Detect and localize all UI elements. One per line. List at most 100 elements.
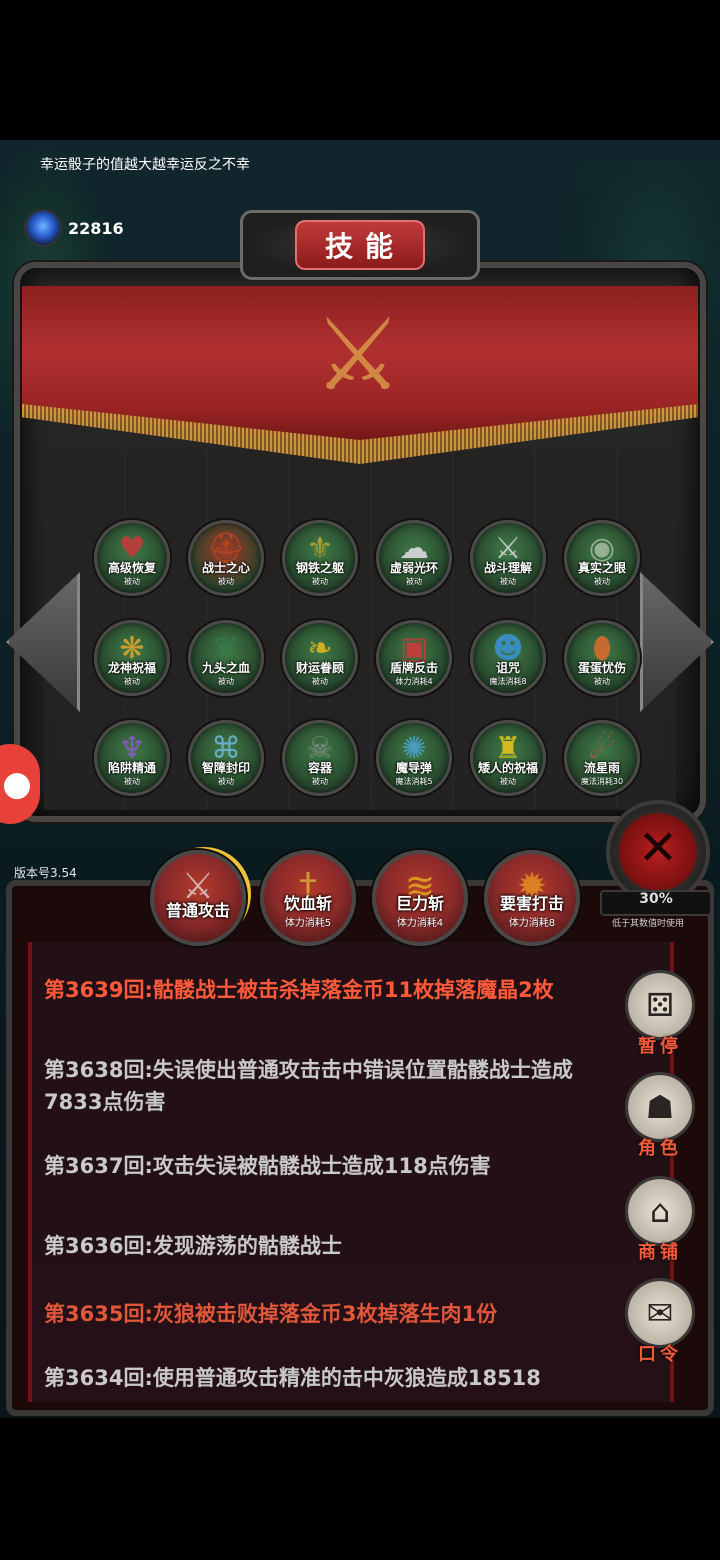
crossed-swords-emblem-icon: ⚔ <box>313 296 403 413</box>
skill-trap[interactable]: ♆ 陷阱精通 被动 <box>94 720 170 796</box>
skill-name: 盾牌反击 <box>389 661 438 675</box>
shop-icon: ⌂ <box>625 1176 695 1246</box>
skill-cost: 被动 <box>406 577 422 586</box>
side-menu-label: 角色 <box>638 1138 682 1159</box>
log-entry: 第3638回:失误使出普通攻击击中错误位置骷髅战士造成7833点伤害 <box>44 1058 573 1114</box>
skill-cost: 被动 <box>218 577 234 586</box>
skill-sword[interactable]: ⚔ 战斗理解 被动 <box>470 520 546 596</box>
side-menu-label: 口令 <box>638 1344 682 1365</box>
skill-name: 虚弱光环 <box>389 561 438 575</box>
skill-helmet[interactable]: ⛑ 战士之心 被动 <box>188 520 264 596</box>
action-name: 巨力斩 <box>395 893 444 913</box>
hooded-figure-icon: ☗ <box>625 1072 695 1142</box>
scroll-icon: ✉ <box>625 1278 695 1348</box>
side-menu-hooded-figure[interactable]: ☗ 角色 <box>622 1072 698 1168</box>
skill-cost: 魔法消耗8 <box>489 677 527 686</box>
skill-meteor[interactable]: ☄ 流星雨 魔法消耗30 <box>564 720 640 796</box>
log-entry: 第3637回:攻击失误被骷髅战士造成118点伤害 <box>44 1154 491 1178</box>
skill-cracked-egg[interactable]: ⬮ 蛋蛋忧伤 被动 <box>564 620 640 696</box>
status-bar-area <box>0 0 720 140</box>
log-entry: 第3634回:使用普通攻击精准的击中灰狼造成18518 <box>44 1366 541 1390</box>
skill-eye[interactable]: ◉ 真实之眼 被动 <box>564 520 640 596</box>
skill-name: 高级恢复 <box>107 561 156 575</box>
threshold-note: 低于其数值时使用 <box>612 919 685 929</box>
skill-cost: 被动 <box>124 777 140 786</box>
skill-name: 蛋蛋忧伤 <box>577 661 626 675</box>
action-cost: 体力消耗5 <box>284 917 332 929</box>
log-entry: 第3636回:发现游荡的骷髅战士 <box>44 1234 342 1258</box>
side-menu-label: 商铺 <box>638 1242 682 1263</box>
skill-name: 容器 <box>307 761 332 775</box>
side-menu-label: 暂停 <box>638 1036 682 1057</box>
skill-cost: 魔法消耗30 <box>580 777 624 786</box>
skill-cost: 被动 <box>312 777 328 786</box>
action-sword-strike[interactable]: ⚔ 普通攻击 <box>150 850 246 946</box>
skill-armor[interactable]: ⚜ 钢铁之躯 被动 <box>282 520 358 596</box>
action-name: 普通攻击 <box>165 901 230 920</box>
skill-cost: 被动 <box>594 677 610 686</box>
action-cost: 体力消耗8 <box>508 917 556 929</box>
skill-name: 流星雨 <box>583 761 620 775</box>
action-name: 要害打击 <box>499 893 564 913</box>
dice-icon: ⚄ <box>625 970 695 1040</box>
close-button[interactable]: ✕ <box>606 800 710 904</box>
skill-heart[interactable]: ♥ 高级恢复 被动 <box>94 520 170 596</box>
log-entry: 第3635回:灰狼被击败掉落金币3枚掉落生肉1份 <box>44 1302 498 1326</box>
skill-seal[interactable]: ⌘ 智障封印 被动 <box>188 720 264 796</box>
skill-name: 战士之心 <box>201 561 250 575</box>
skill-cost: 被动 <box>500 577 516 586</box>
action-claw[interactable]: ≋ 巨力斩 体力消耗4 <box>372 850 468 946</box>
skill-name: 钢铁之躯 <box>295 561 344 575</box>
skill-cost: 魔法消耗5 <box>395 777 433 786</box>
version-label: 版本号3.54 <box>14 866 77 880</box>
skill-name: 战斗理解 <box>483 561 532 575</box>
skill-magic-burst[interactable]: ✺ 魔导弹 魔法消耗5 <box>376 720 452 796</box>
log-entry: 第3639回:骷髅战士被击杀掉落金币11枚掉落魔晶2枚 <box>44 978 554 1002</box>
currency-amount: 22816 <box>68 218 124 238</box>
nav-bar-area <box>0 1418 720 1560</box>
skill-name: 真实之眼 <box>577 561 626 575</box>
user-icon: ● <box>2 764 32 804</box>
skill-golden-wings[interactable]: ❧ 财运眷顾 被动 <box>282 620 358 696</box>
skill-name: 财运眷顾 <box>295 661 344 675</box>
skill-mask[interactable]: ☻ 诅咒 魔法消耗8 <box>470 620 546 696</box>
skill-cost: 被动 <box>594 577 610 586</box>
skill-name: 陷阱精通 <box>107 761 156 775</box>
action-blood-sword[interactable]: † 饮血斩 体力消耗5 <box>260 850 356 946</box>
skill-cost: 被动 <box>124 577 140 586</box>
skill-horned-skull[interactable]: ☠ 容器 被动 <box>282 720 358 796</box>
currency-display: 22816 <box>24 208 124 248</box>
skill-name: 九头之血 <box>201 661 250 675</box>
action-explosion[interactable]: ✹ 要害打击 体力消耗8 <box>484 850 580 946</box>
skill-name: 龙神祝福 <box>107 661 156 675</box>
skill-cost: 被动 <box>218 777 234 786</box>
skill-cost: 体力消耗4 <box>395 677 433 686</box>
skill-dwarf-helmet[interactable]: ♜ 矮人的祝福 被动 <box>470 720 546 796</box>
tip-text: 幸运骰子的值越大越幸运反之不幸 <box>40 157 250 173</box>
skill-name: 智障封印 <box>201 761 250 775</box>
skill-ghost[interactable]: ☁ 虚弱光环 被动 <box>376 520 452 596</box>
skill-cost: 被动 <box>500 777 516 786</box>
panel-title: 技能 <box>295 220 425 270</box>
side-menu-dice[interactable]: ⚄ 暂停 <box>622 970 698 1066</box>
battle-log[interactable]: 第3639回:骷髅战士被击杀掉落金币11枚掉落魔晶2枚第3638回:失误使出普通… <box>28 942 674 1402</box>
panel-title-plate: 技能 <box>240 210 480 280</box>
skill-cost: 被动 <box>124 677 140 686</box>
close-icon: ✕ <box>637 820 679 876</box>
skill-shield[interactable]: ▣ 盾牌反击 体力消耗4 <box>376 620 452 696</box>
blue-gem-icon <box>24 209 62 247</box>
action-name: 饮血斩 <box>283 893 332 913</box>
user-avatar-button[interactable]: ● <box>0 744 40 824</box>
side-menu-scroll[interactable]: ✉ 口令 <box>622 1278 698 1374</box>
skill-name: 诅咒 <box>495 661 520 675</box>
hp-threshold-badge[interactable]: 30% <box>600 890 712 916</box>
action-cost: 体力消耗4 <box>396 917 444 929</box>
skill-dragon[interactable]: ❋ 龙神祝福 被动 <box>94 620 170 696</box>
skill-name: 魔导弹 <box>395 761 432 775</box>
skill-cost: 被动 <box>312 577 328 586</box>
side-menu-shop[interactable]: ⌂ 商铺 <box>622 1176 698 1272</box>
skill-name: 矮人的祝福 <box>477 761 538 775</box>
skill-hydra[interactable]: ❦ 九头之血 被动 <box>188 620 264 696</box>
skill-cost: 被动 <box>218 677 234 686</box>
skill-cost: 被动 <box>312 677 328 686</box>
